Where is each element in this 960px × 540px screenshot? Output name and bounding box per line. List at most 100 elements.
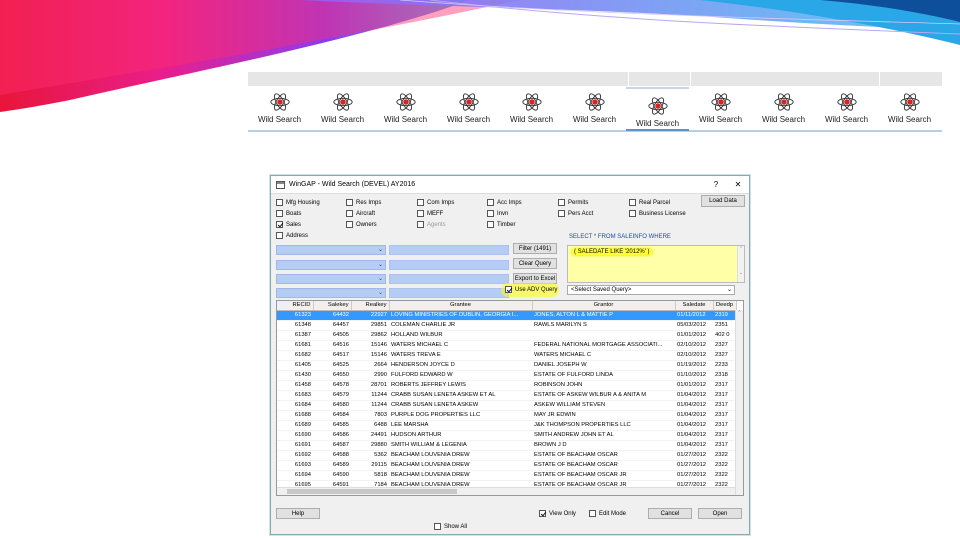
- table-row[interactable]: 61694 64590 5818 BEACHAM LOUVENIA DREW ESTAT…: [277, 470, 736, 481]
- wild-search-tool-4[interactable]: Wild Search: [437, 87, 500, 131]
- checkbox-owners[interactable]: Owners: [346, 221, 377, 228]
- checkbox-business-license[interactable]: Business License: [629, 210, 686, 217]
- table-row[interactable]: 61348 64457 29851 COLEMAN CHARLIE JR RAWLS M…: [277, 320, 736, 331]
- help-button[interactable]: Help: [276, 508, 320, 519]
- wild-search-tool-6[interactable]: Wild Search: [563, 87, 626, 131]
- table-cell: 01/01/2012: [675, 380, 713, 391]
- cancel-button[interactable]: Cancel: [648, 508, 692, 519]
- table-cell: LOVING MINISTRIES OF DUBLIN, GEORGIA I..…: [389, 310, 532, 321]
- checkbox-label: Address: [286, 232, 309, 239]
- checkbox-real-parcel[interactable]: Real Parcel: [629, 199, 670, 206]
- table-cell: PURPLE DOG PROPERTIES LLC: [389, 410, 532, 421]
- load-data-button[interactable]: Load Data: [701, 195, 745, 207]
- value-input-1[interactable]: [389, 245, 509, 255]
- column-header[interactable]: RECID: [277, 301, 314, 311]
- value-input-3[interactable]: [389, 274, 509, 284]
- field-select-1[interactable]: ⌄: [276, 245, 386, 255]
- checkbox-boats[interactable]: Boats: [276, 210, 301, 217]
- show-all-checkbox[interactable]: Show All: [434, 523, 467, 530]
- wild-search-tool-2[interactable]: Wild Search: [311, 87, 374, 131]
- table-row[interactable]: 61684 64580 11244 CRABB SUSAN LENETA ASKEW A…: [277, 400, 736, 411]
- scroll-thumb[interactable]: [287, 489, 457, 494]
- field-select-2[interactable]: ⌄: [276, 260, 386, 270]
- checkbox-agents[interactable]: Agents: [417, 221, 446, 228]
- view-only-checkbox[interactable]: View Only: [539, 510, 576, 517]
- wild-search-tool-11[interactable]: Wild Search: [878, 87, 941, 131]
- checkbox-label: Aircraft: [356, 210, 376, 217]
- column-header[interactable]: Deedp: [713, 301, 737, 311]
- checkbox-address[interactable]: Address: [276, 232, 308, 239]
- table-row[interactable]: 61430 64550 2990 FULFORD EDWARD W ESTATE OF …: [277, 370, 736, 381]
- checkbox-aircraft[interactable]: Aircraft: [346, 210, 375, 217]
- tool-label: Wild Search: [698, 115, 743, 124]
- table-row[interactable]: 61690 64586 24491 HUDSON ARTHUR SMITH ANDREW…: [277, 430, 736, 441]
- table-cell: 61684: [277, 400, 313, 411]
- table-row[interactable]: 61323 64432 22927 LOVING MINISTRIES OF DUBL…: [277, 310, 736, 321]
- wild-search-tool-1[interactable]: Wild Search: [248, 87, 311, 131]
- field-select-3[interactable]: ⌄: [276, 274, 386, 284]
- table-row[interactable]: 61691 64587 29880 SMITH WILLIAM & LEGENIA BR…: [277, 440, 736, 451]
- open-button[interactable]: Open: [698, 508, 742, 519]
- column-header[interactable]: Grantor: [532, 301, 676, 311]
- table-row[interactable]: 61458 64578 28701 ROBERTS JEFFREY LEWIS ROBI…: [277, 380, 736, 391]
- table-cell: 01/11/2012: [675, 310, 713, 321]
- saved-query-select[interactable]: <Select Saved Query> ⌄: [567, 285, 735, 295]
- checkbox-pers-acct[interactable]: Pers Acct: [558, 210, 593, 217]
- table-cell: 6488: [351, 420, 389, 431]
- help-icon[interactable]: ?: [705, 180, 727, 189]
- checkbox-res-imps[interactable]: Res Imps: [346, 199, 381, 206]
- clear-query-button[interactable]: Clear Query: [513, 258, 557, 269]
- checkbox-invn[interactable]: Invn: [487, 210, 508, 217]
- edit-mode-checkbox[interactable]: Edit Mode: [589, 510, 626, 517]
- checkbox-sales[interactable]: Sales: [276, 221, 301, 228]
- wild-search-tool-3[interactable]: Wild Search: [374, 87, 437, 131]
- table-row[interactable]: 61405 64525 2664 HENDERSON JOYCE D DANIEL JO…: [277, 360, 736, 371]
- wild-search-tool-9[interactable]: Wild Search: [752, 87, 815, 131]
- table-cell: 64587: [313, 440, 351, 451]
- column-header[interactable]: Grantee: [389, 301, 533, 311]
- table-cell: 64588: [313, 450, 351, 461]
- table-row[interactable]: 61387 64505 29862 HOLLAND WILBUR 01/01/2012 4…: [277, 330, 736, 341]
- table-cell: 64589: [313, 460, 351, 471]
- checkbox-mfg-housing[interactable]: Mfg Housing: [276, 199, 320, 206]
- table-cell: 5362: [351, 450, 389, 461]
- column-header[interactable]: Saledate: [675, 301, 714, 311]
- table-row[interactable]: 61693 64589 29115 BEACHAM LOUVENIA DREW ESTA…: [277, 460, 736, 471]
- table-cell: 2327: [713, 350, 736, 361]
- table-cell: BEACHAM LOUVENIA DREW: [389, 460, 532, 471]
- wild-search-tool-10[interactable]: Wild Search: [815, 87, 878, 131]
- wild-search-tool-5[interactable]: Wild Search: [500, 87, 563, 131]
- table-row[interactable]: 61688 64584 7803 PURPLE DOG PROPERTIES LLC M…: [277, 410, 736, 421]
- wild-search-tool-8[interactable]: Wild Search: [689, 87, 752, 131]
- checkbox-meff[interactable]: MEFF: [417, 210, 443, 217]
- table-row[interactable]: 61692 64588 5362 BEACHAM LOUVENIA DREW ESTAT…: [277, 450, 736, 461]
- chevron-down-icon: ⌄: [377, 247, 383, 253]
- checkbox-acc-imps[interactable]: Acc Imps: [487, 199, 522, 206]
- field-select-4[interactable]: ⌄: [276, 288, 386, 298]
- chevron-down-icon: ⌄: [377, 290, 383, 296]
- value-input-4[interactable]: [389, 288, 509, 298]
- close-icon[interactable]: ✕: [727, 180, 749, 189]
- table-cell: 11244: [351, 400, 389, 411]
- column-header[interactable]: Realkey: [351, 301, 390, 311]
- column-header[interactable]: Salekey: [313, 301, 352, 311]
- table-row[interactable]: 61689 64585 6488 LEE MARSHA J&K THOMPSON PRO…: [277, 420, 736, 431]
- value-input-2[interactable]: [389, 260, 509, 270]
- title-bar: WinGAP - Wild Search (DEVEL) AY2016 ? ✕: [271, 176, 749, 194]
- sql-query-textarea[interactable]: ( SALEDATE LIKE '2012%' ) ⌃ ⌄: [567, 245, 745, 283]
- checkbox-timber[interactable]: Timber: [487, 221, 515, 228]
- filter-button[interactable]: Filter (1491): [513, 243, 557, 254]
- grid-vertical-scrollbar[interactable]: ⌃: [735, 310, 743, 495]
- table-cell: 01/19/2012: [675, 360, 713, 371]
- table-row[interactable]: 61682 64517 15146 WATERS TREVA E WATERS MICH…: [277, 350, 736, 361]
- use-adv-query-checkbox[interactable]: Use ADV Query: [501, 283, 559, 297]
- wild-search-tool-7[interactable]: Wild Search: [626, 87, 689, 131]
- table-row[interactable]: 61681 64516 15146 WATERS MICHAEL C FEDERAL N…: [277, 340, 736, 351]
- grid-horizontal-scrollbar[interactable]: [277, 487, 735, 495]
- table-cell: 01/04/2012: [675, 440, 713, 451]
- sql-scrollbar[interactable]: ⌃ ⌄: [737, 246, 744, 282]
- table-cell: 28701: [351, 380, 389, 391]
- checkbox-com-imps[interactable]: Com Imps: [417, 199, 454, 206]
- checkbox-permits[interactable]: Permits: [558, 199, 588, 206]
- table-row[interactable]: 61683 64579 11244 CRABB SUSAN LENETA ASKEW …: [277, 390, 736, 401]
